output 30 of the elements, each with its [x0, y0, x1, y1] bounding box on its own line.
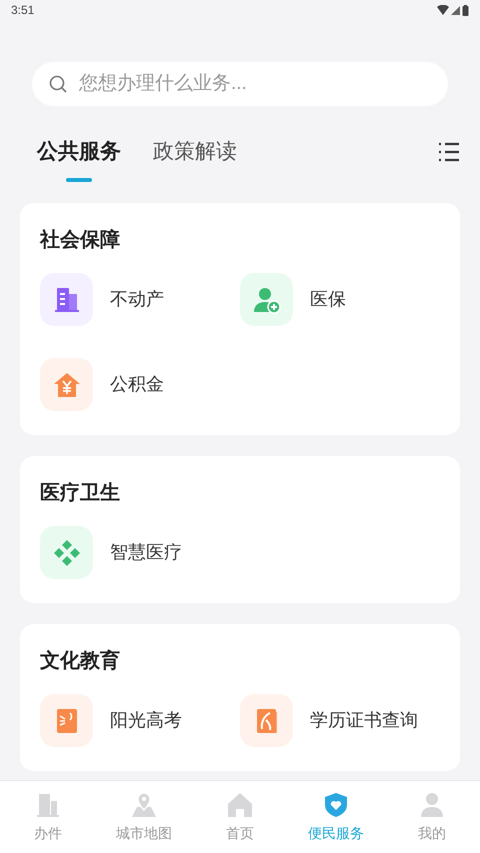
- home-icon: [226, 790, 254, 818]
- map-pin-icon: [130, 790, 158, 818]
- search-input[interactable]: 您想办理什么业务...: [79, 70, 431, 98]
- search-field[interactable]: 您想办理什么业务...: [32, 62, 448, 106]
- wifi-icon: [437, 5, 449, 15]
- battery-icon: [462, 4, 469, 16]
- status-time: 3:51: [11, 2, 34, 19]
- service-item[interactable]: 阳光高考: [40, 694, 240, 747]
- service-label: 学历证书查询: [310, 709, 418, 732]
- medical-cross-icon: [52, 538, 82, 568]
- tab[interactable]: 公共服务: [37, 136, 121, 182]
- service-item[interactable]: 不动产: [40, 273, 240, 326]
- service-label: 智慧医疗: [110, 541, 182, 564]
- signal-icon: [451, 6, 460, 14]
- section-title: 医疗卫生: [40, 480, 121, 506]
- tab[interactable]: 政策解读: [153, 136, 237, 182]
- service-label: 阳光高考: [110, 709, 182, 732]
- service-label: 公积金: [110, 373, 164, 396]
- service-label: 不动产: [110, 288, 164, 311]
- service-item[interactable]: 智慧医疗: [40, 526, 240, 579]
- shield-heart-icon: [322, 790, 350, 818]
- menu-icon[interactable]: [438, 142, 460, 162]
- search-icon: [49, 75, 67, 93]
- service-label: 医保: [310, 288, 346, 311]
- section-title: 文化教育: [40, 648, 121, 674]
- service-item[interactable]: 学历证书查询: [240, 694, 440, 747]
- section-title: 社会保障: [40, 228, 121, 253]
- service-item[interactable]: 公积金: [40, 358, 240, 411]
- person-icon: [418, 790, 446, 818]
- service-item[interactable]: 医保: [240, 273, 440, 326]
